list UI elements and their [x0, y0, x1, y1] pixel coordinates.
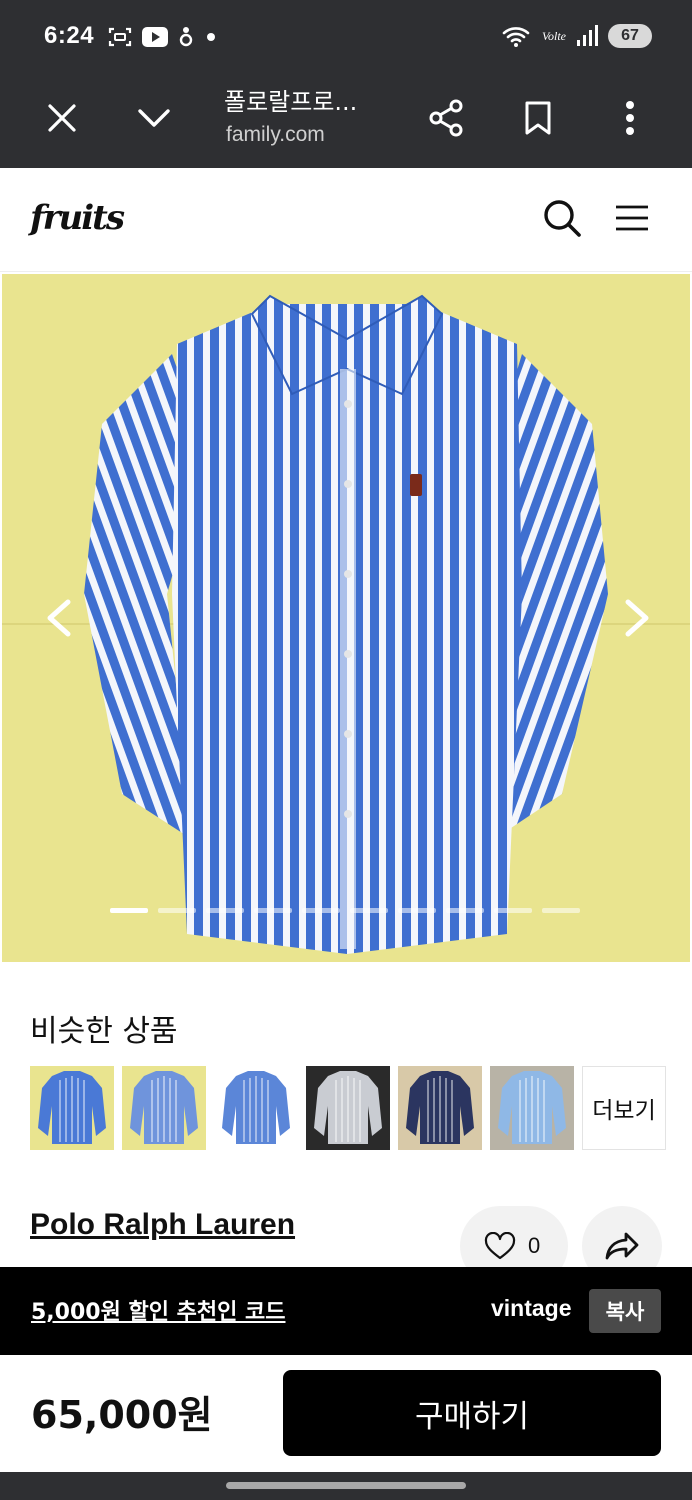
thumb-sky-blue-shirt[interactable]: [490, 1066, 574, 1150]
like-count: 0: [528, 1233, 541, 1258]
status-icons-left: [108, 26, 218, 48]
gallery-dot[interactable]: [398, 908, 436, 913]
menu-icon[interactable]: [610, 196, 654, 240]
copy-code-button[interactable]: 복사: [589, 1289, 661, 1333]
gallery-dot[interactable]: [446, 908, 484, 913]
thumb-blue-stripe-shirt-1[interactable]: [30, 1066, 114, 1150]
gallery-dot[interactable]: [542, 908, 580, 913]
notification-icon: [179, 27, 193, 47]
product-image: [2, 274, 690, 962]
product-image-gallery[interactable]: [2, 274, 690, 962]
status-icons-right: Volte 67: [502, 24, 652, 48]
gallery-prev-arrow-icon[interactable]: [38, 596, 78, 640]
share-arrow-icon: [605, 1232, 639, 1260]
browser-toolbar: 폴로랄프로... family.com: [0, 76, 692, 168]
similar-products-list: 더보기: [30, 1066, 666, 1150]
more-vertical-icon[interactable]: [606, 94, 654, 142]
similar-products-title: 비슷한 상품: [30, 1014, 178, 1049]
thumb-blue-stripe-shirt-2[interactable]: [122, 1066, 206, 1150]
promo-code: vintage: [491, 1295, 572, 1321]
status-bar: 6:24 Volte 67: [0, 0, 692, 76]
gallery-dot[interactable]: [110, 908, 148, 913]
site-logo[interactable]: fruits: [30, 198, 125, 238]
product-price: 65,000원: [31, 1393, 213, 1437]
brand-link[interactable]: Polo Ralph Lauren: [30, 1208, 295, 1242]
system-nav-bar: [0, 1472, 692, 1500]
wifi-icon: [502, 27, 530, 47]
search-icon[interactable]: [540, 196, 584, 240]
thumb-light-blue-shirt[interactable]: [214, 1066, 298, 1150]
gallery-pagination[interactable]: [110, 908, 580, 913]
battery-indicator: 67: [608, 24, 652, 48]
browser-url[interactable]: family.com: [226, 123, 325, 147]
referral-promo-bar: 5,000원 할인 추천인 코드 vintage 복사: [0, 1267, 692, 1355]
gallery-dot[interactable]: [350, 908, 388, 913]
bookmark-icon[interactable]: [514, 94, 562, 142]
chevron-down-icon[interactable]: [130, 94, 178, 142]
gallery-dot[interactable]: [206, 908, 244, 913]
gallery-dot[interactable]: [494, 908, 532, 913]
dot-icon: [207, 33, 215, 41]
youtube-icon: [142, 27, 168, 47]
close-icon[interactable]: [38, 94, 86, 142]
gallery-next-arrow-icon[interactable]: [618, 596, 658, 640]
more-similar-button[interactable]: 더보기: [582, 1066, 666, 1150]
screenshot-icon: [108, 27, 132, 47]
gallery-dot[interactable]: [158, 908, 196, 913]
network-label: Volte: [542, 28, 566, 43]
buy-button[interactable]: 구매하기: [283, 1370, 661, 1456]
status-time: 6:24: [44, 22, 95, 49]
site-header: fruits: [0, 168, 692, 272]
gallery-dot[interactable]: [254, 908, 292, 913]
home-gesture-handle[interactable]: [226, 1482, 466, 1489]
gallery-dot[interactable]: [302, 908, 340, 913]
thumb-navy-stripe-shirt[interactable]: [398, 1066, 482, 1150]
heart-icon: [484, 1232, 516, 1260]
browser-page-title: 폴로랄프로...: [224, 88, 358, 116]
promo-text[interactable]: 5,000원 할인 추천인 코드: [31, 1294, 286, 1326]
thumb-gray-stripe-shirt[interactable]: [306, 1066, 390, 1150]
share-icon[interactable]: [422, 94, 470, 142]
signal-icon: [577, 25, 598, 46]
